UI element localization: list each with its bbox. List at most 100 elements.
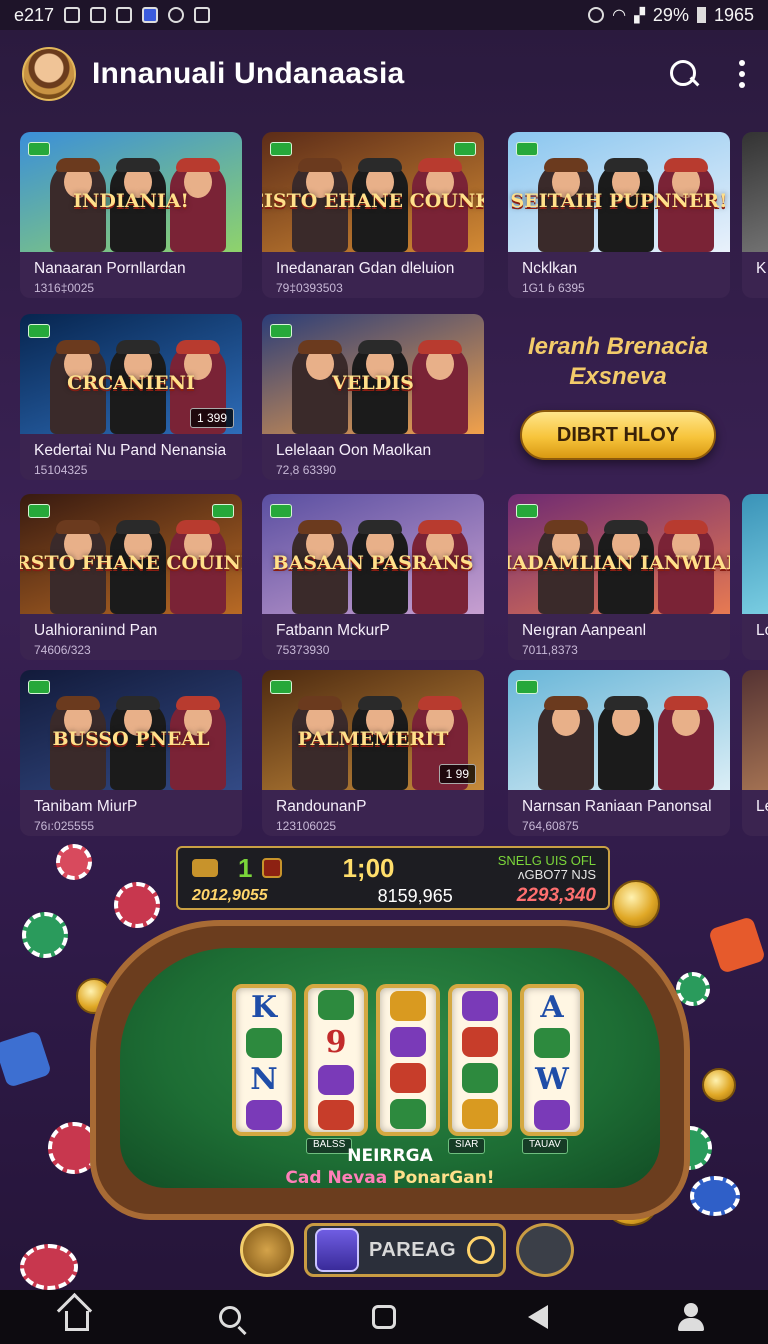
avatar[interactable] bbox=[22, 47, 76, 101]
game-thumbnail bbox=[508, 670, 730, 790]
center-value: 8159,965 bbox=[377, 885, 453, 906]
game-logo: CRCANIENI bbox=[67, 371, 195, 394]
game-subtitle: 123106025 bbox=[276, 819, 337, 833]
casino-table-section: 1 1;00 SNELG UIS OFL ʌGBO77 NJS 2012,905… bbox=[0, 840, 768, 1290]
game-thumbnail: PALMEMERIT 1 99 bbox=[262, 670, 484, 790]
promo-button[interactable]: DIBRT HLOY bbox=[520, 410, 716, 460]
game-subtitle: 72,8 63390 bbox=[276, 463, 337, 477]
slot-machine[interactable]: KN 9 AW bbox=[232, 984, 592, 1136]
slot-reel: 9 bbox=[304, 984, 368, 1136]
game-card[interactable]: Lo bbox=[742, 494, 768, 660]
game-thumbnail: SEITAIH PUPNNER! bbox=[508, 132, 730, 252]
character-figure bbox=[658, 696, 714, 790]
play-button[interactable]: PAREAG bbox=[304, 1223, 506, 1277]
game-thumbnail: JEISTO EHANE COUNKS bbox=[262, 132, 484, 252]
game-card[interactable]: JEISTO EHANE COUNKS Inedanaran Gdan dlel… bbox=[262, 132, 484, 298]
new-badge-icon bbox=[212, 504, 234, 518]
game-title: RandounanP bbox=[276, 798, 367, 815]
bet-value: 1;00 bbox=[342, 852, 395, 883]
game-thumbnail: CRCANIENI 1 399 bbox=[20, 314, 242, 434]
game-thumbnail: BASAAN PASRANS bbox=[262, 494, 484, 614]
game-thumbnail: INDIANIA! bbox=[20, 132, 242, 252]
game-logo: VELDIS bbox=[332, 371, 414, 394]
slot-reel: AW bbox=[520, 984, 584, 1136]
game-controls: PAREAG bbox=[240, 1220, 600, 1280]
game-card[interactable]: SEITAIH PUPNNER! Ncklkan 1G1 ɓ 6395 bbox=[508, 132, 730, 298]
game-title: Neıgran Aanpeanl bbox=[522, 622, 647, 639]
shield-button[interactable] bbox=[240, 1223, 294, 1277]
poker-chip-icon bbox=[22, 912, 68, 958]
multiplier: 1 bbox=[238, 852, 253, 883]
hud-label-bottom: ʌGBO77 NJS bbox=[517, 867, 596, 882]
game-thumbnail: HADAMLIAN IANWIAN bbox=[508, 494, 730, 614]
poker-chip-icon bbox=[690, 1176, 740, 1216]
new-badge-icon bbox=[516, 142, 538, 156]
game-card[interactable]: BUSSO PNEAL Tanibam MiurP 76ı:025555 bbox=[20, 670, 242, 836]
reel-symbol-icon bbox=[390, 991, 426, 1021]
game-logo: DRSTO FHANE COUINIS bbox=[20, 551, 242, 574]
game-logo: INDIANIA! bbox=[73, 189, 189, 212]
game-thumbnail bbox=[742, 670, 768, 790]
sim-icon bbox=[64, 7, 81, 23]
clock: e217 bbox=[14, 4, 55, 25]
game-card[interactable]: DRSTO FHANE COUINIS Ualhioraniınd Pan 74… bbox=[20, 494, 242, 660]
blue-card-icon bbox=[0, 1030, 52, 1088]
stack-button[interactable] bbox=[516, 1223, 574, 1277]
game-card[interactable]: Le bbox=[742, 670, 768, 836]
search-icon bbox=[219, 1306, 242, 1328]
price-tag: 1 399 bbox=[189, 408, 234, 428]
game-card[interactable]: Narnsan Raniaan Panonsal 764,60875 bbox=[508, 670, 730, 836]
game-title: Tanibam MiurP bbox=[34, 798, 138, 815]
character-figure bbox=[412, 340, 468, 434]
new-badge-icon bbox=[28, 680, 50, 694]
nav-back[interactable] bbox=[508, 1290, 568, 1344]
app-bar: Innanuali Undanaasia bbox=[0, 36, 768, 112]
reel-symbol-icon bbox=[390, 1063, 426, 1093]
play-label: PAREAG bbox=[369, 1238, 457, 1261]
game-logo: HADAMLIAN IANWIAN bbox=[508, 551, 730, 574]
profile-icon bbox=[677, 1303, 705, 1331]
game-title: Fatbann MckurP bbox=[276, 622, 390, 639]
slot-reel bbox=[376, 984, 440, 1136]
status-clock-right: 1965 bbox=[713, 4, 754, 25]
sync-icon bbox=[168, 7, 185, 23]
game-subtitle: 1316‡0025 bbox=[34, 281, 95, 295]
signal-icon: ▞ bbox=[634, 6, 645, 23]
nav-profile[interactable] bbox=[661, 1290, 721, 1344]
search-icon[interactable] bbox=[668, 58, 700, 90]
reel-symbol: 9 bbox=[325, 1025, 347, 1061]
mail-icon bbox=[116, 7, 133, 23]
new-badge-icon bbox=[516, 504, 538, 518]
game-thumbnail bbox=[742, 494, 768, 614]
box-icon bbox=[90, 7, 107, 23]
status-bar: e217 ◠ ▞ 29% 1965 bbox=[0, 0, 768, 30]
reel-symbol-icon bbox=[318, 1099, 354, 1130]
game-row: DRSTO FHANE COUINIS Ualhioraniınd Pan 74… bbox=[20, 494, 768, 660]
nav-home[interactable] bbox=[47, 1290, 107, 1344]
wifi-icon: ◠ bbox=[612, 7, 627, 24]
promo-title: Ieranh Brenacia Exsneva bbox=[527, 333, 709, 390]
game-card[interactable]: BASAAN PASRANS Fatbann MckurP 75373930 bbox=[262, 494, 484, 660]
game-row: INDIANIA! Nanaaran Pornllardan 1316‡0025… bbox=[20, 132, 768, 298]
table-caption: NEIRRGA Cad Nevaa PonarGan! bbox=[96, 1146, 684, 1188]
game-card[interactable]: CRCANIENI 1 399 Kedertai Nu Pand Nenansi… bbox=[20, 314, 242, 480]
reel-symbol-icon bbox=[246, 1100, 282, 1131]
game-card[interactable]: VELDIS Lelelaan Oon Maolkan 72,8 63390 bbox=[262, 314, 484, 480]
nav-search[interactable] bbox=[200, 1290, 260, 1344]
new-badge-icon bbox=[28, 504, 50, 518]
new-badge-icon bbox=[454, 142, 476, 156]
game-card[interactable]: PALMEMERIT 1 99 RandounanP 123106025 bbox=[262, 670, 484, 836]
caption-title: NEIRRGA bbox=[347, 1146, 433, 1166]
game-card[interactable]: HADAMLIAN IANWIAN Neıgran Aanpeanl 7011,… bbox=[508, 494, 730, 660]
new-badge-icon bbox=[28, 142, 50, 156]
more-vert-icon[interactable] bbox=[738, 60, 746, 88]
game-subtitle: 74606/323 bbox=[34, 643, 91, 657]
alarm-icon bbox=[588, 7, 605, 23]
nav-recents[interactable] bbox=[354, 1290, 414, 1344]
game-thumbnail: DRSTO FHANE COUINIS bbox=[20, 494, 242, 614]
reel-symbol-icon bbox=[534, 1028, 570, 1059]
hud-panel: 1 1;00 SNELG UIS OFL ʌGBO77 NJS 2012,905… bbox=[176, 846, 610, 910]
game-card[interactable]: INDIANIA! Nanaaran Pornllardan 1316‡0025 bbox=[20, 132, 242, 298]
game-card[interactable]: K bbox=[742, 132, 768, 298]
system-nav-bar bbox=[0, 1290, 768, 1344]
